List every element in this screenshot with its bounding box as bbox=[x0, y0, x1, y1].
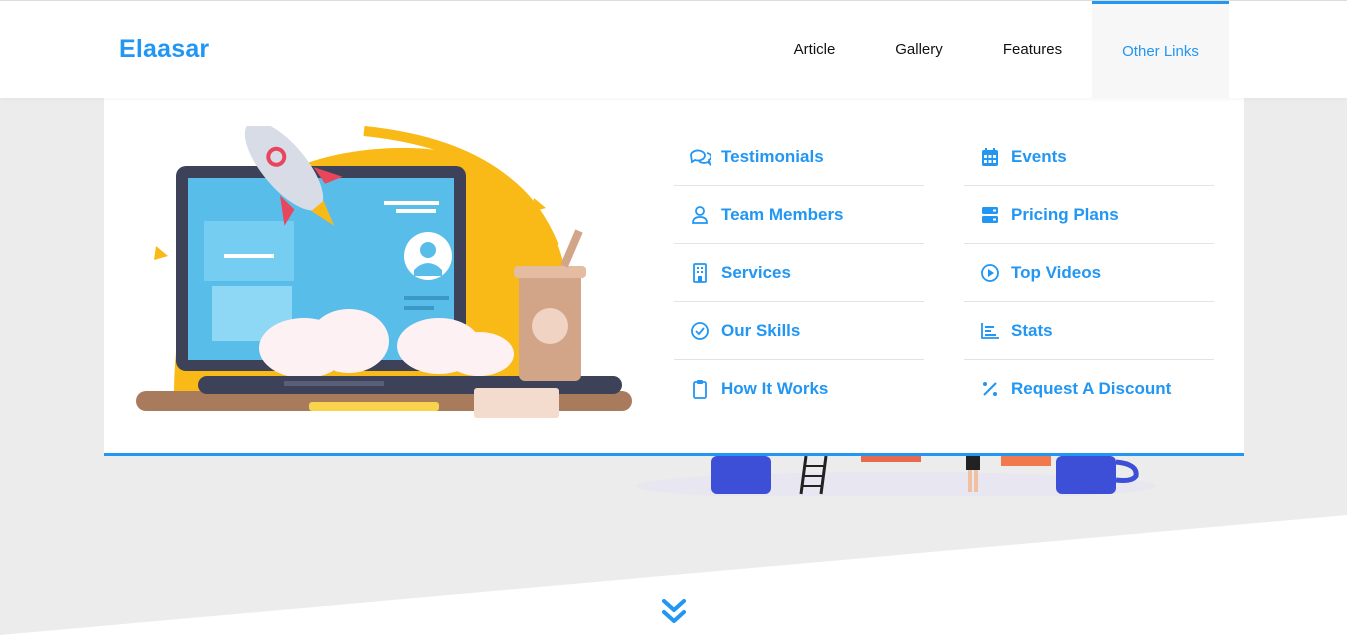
site-header: Elaasar Article Gallery Features Other L… bbox=[0, 0, 1347, 98]
chevrons-down-icon[interactable] bbox=[659, 597, 689, 627]
menu-item-events[interactable]: Events bbox=[964, 128, 1214, 186]
comments-icon bbox=[689, 146, 711, 168]
menu-item-testimonials[interactable]: Testimonials bbox=[674, 128, 924, 186]
menu-item-label: Pricing Plans bbox=[1011, 204, 1119, 224]
menu-item-label: How It Works bbox=[721, 379, 829, 398]
menu-item-top-videos[interactable]: Top Videos bbox=[964, 244, 1214, 302]
nav-other-links[interactable]: Other Links bbox=[1092, 1, 1229, 98]
menu-item-label: Events bbox=[1011, 146, 1067, 166]
chart-icon bbox=[979, 320, 1001, 342]
menu-item-label: Team Members bbox=[721, 204, 844, 224]
menu-item-team-members[interactable]: Team Members bbox=[674, 186, 924, 244]
menu-item-label: Request A Discount bbox=[1011, 379, 1172, 398]
menu-item-request-a-discount[interactable]: Request A Discount bbox=[964, 360, 1214, 418]
menu-item-label: Our Skills bbox=[721, 320, 801, 340]
mega-menu-column-1: Testimonials Team Members Services Our S… bbox=[674, 128, 924, 418]
check-circle-icon bbox=[689, 320, 711, 342]
building-icon bbox=[689, 262, 711, 284]
menu-item-our-skills[interactable]: Our Skills bbox=[674, 302, 924, 360]
play-circle-icon bbox=[979, 262, 1001, 284]
mega-menu-dropdown: Testimonials Team Members Services Our S… bbox=[104, 98, 1244, 456]
rocket-laptop-illustration bbox=[136, 126, 632, 418]
menu-item-label: Services bbox=[721, 262, 791, 282]
menu-item-label: Top Videos bbox=[1011, 262, 1102, 282]
menu-item-pricing-plans[interactable]: Pricing Plans bbox=[964, 186, 1214, 244]
hero-illustration bbox=[636, 456, 1156, 496]
clipboard-icon bbox=[689, 378, 711, 400]
percent-icon bbox=[979, 378, 1001, 400]
calendar-icon bbox=[979, 146, 1001, 168]
nav-gallery[interactable]: Gallery bbox=[865, 1, 973, 98]
user-icon bbox=[689, 204, 711, 226]
nav-article[interactable]: Article bbox=[764, 1, 865, 98]
menu-item-services[interactable]: Services bbox=[674, 244, 924, 302]
menu-item-stats[interactable]: Stats bbox=[964, 302, 1214, 360]
site-logo[interactable]: Elaasar bbox=[119, 35, 209, 64]
menu-item-label: Testimonials bbox=[721, 146, 824, 166]
menu-item-how-it-works[interactable]: How It Works bbox=[674, 360, 924, 418]
mega-menu-column-2: Events Pricing Plans Top Videos Stats Re… bbox=[964, 128, 1214, 418]
menu-item-label: Stats bbox=[1011, 320, 1053, 340]
main-nav: Article Gallery Features Other Links bbox=[764, 1, 1229, 98]
nav-features[interactable]: Features bbox=[973, 1, 1092, 98]
server-icon bbox=[979, 204, 1001, 226]
